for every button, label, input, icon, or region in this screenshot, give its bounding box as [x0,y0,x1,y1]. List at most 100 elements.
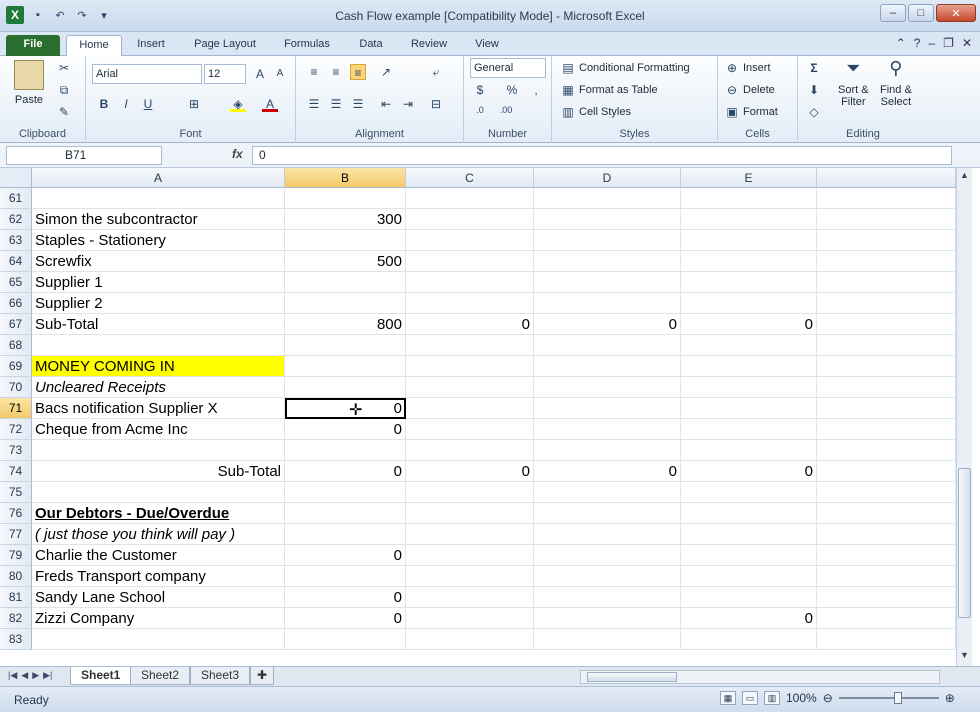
cell-f[interactable] [817,188,956,209]
cell-e[interactable] [681,188,817,209]
cell-a[interactable] [32,629,285,650]
cell-b[interactable] [285,356,406,377]
cell-c[interactable] [406,356,534,377]
cell-b[interactable] [285,335,406,356]
cell-c[interactable] [406,272,534,293]
cell-d[interactable] [534,398,681,419]
tab-formulas[interactable]: Formulas [276,35,338,56]
sheet-tab-sheet3[interactable]: Sheet3 [190,667,251,685]
cell-e[interactable] [681,524,817,545]
select-all-corner[interactable] [0,168,32,188]
cell-e[interactable]: 0 [681,608,817,629]
cell-d[interactable] [534,482,681,503]
zoom-in-icon[interactable]: ⊕ [945,691,955,705]
normal-view-icon[interactable]: ▦ [720,691,736,705]
increase-indent-icon[interactable]: ⇥ [400,96,416,112]
cell-a[interactable]: MONEY COMING IN [32,356,285,377]
cell-e[interactable] [681,545,817,566]
tab-review[interactable]: Review [404,35,454,56]
cell-c[interactable] [406,545,534,566]
cell-a[interactable]: Freds Transport company [32,566,285,587]
cell-d[interactable] [534,251,681,272]
horizontal-scroll-thumb[interactable] [587,672,677,682]
cell-e[interactable] [681,566,817,587]
delete-cells-button[interactable]: ⊖ Delete [724,82,775,98]
fill-color-icon[interactable]: ◈ [230,96,246,112]
cell-b[interactable] [285,188,406,209]
cell-c[interactable] [406,524,534,545]
cell-d[interactable] [534,419,681,440]
column-header-a[interactable]: A [32,168,285,188]
cell-e[interactable] [681,251,817,272]
column-header-f[interactable] [817,168,956,188]
cell-a[interactable]: Charlie the Customer [32,545,285,566]
cell-b[interactable]: 0 [285,587,406,608]
cell-e[interactable]: 0 [681,461,817,482]
cell-a[interactable]: Uncleared Receipts [32,377,285,398]
align-bottom-icon[interactable]: ≡ [350,64,366,80]
format-painter-icon[interactable]: ✎ [56,104,72,120]
decrease-indent-icon[interactable]: ⇤ [378,96,394,112]
row-header[interactable]: 66 [0,293,32,314]
cell-c[interactable] [406,251,534,272]
cell-f[interactable] [817,629,956,650]
last-sheet-icon[interactable]: ▶| [43,670,52,681]
cell-e[interactable] [681,587,817,608]
page-break-view-icon[interactable]: ▥ [764,691,780,705]
cell-b[interactable] [285,272,406,293]
shrink-font-icon[interactable]: A [272,66,288,82]
row-header[interactable]: 76 [0,503,32,524]
name-box[interactable]: B71 [6,146,162,165]
cell-d[interactable] [534,209,681,230]
fill-icon[interactable]: ⬇ [806,82,822,98]
cell-b[interactable]: 0 [285,461,406,482]
cell-c[interactable] [406,566,534,587]
find-select-button[interactable]: ⚲ Find & Select [880,59,912,108]
cell-f[interactable] [817,587,956,608]
cell-c[interactable] [406,188,534,209]
cell-f[interactable] [817,230,956,251]
cell-e[interactable] [681,335,817,356]
cell-e[interactable] [681,209,817,230]
cell-b[interactable]: 0 [285,545,406,566]
cell-f[interactable] [817,566,956,587]
column-header-b[interactable]: B [285,168,406,188]
insert-function-icon[interactable]: fx [232,147,243,161]
cell-c[interactable] [406,335,534,356]
cell-f[interactable] [817,503,956,524]
cell-e[interactable] [681,503,817,524]
cell-e[interactable] [681,230,817,251]
decrease-decimal-icon[interactable]: .00 [498,102,514,118]
cell-d[interactable] [534,503,681,524]
cell-f[interactable] [817,251,956,272]
cell-f[interactable] [817,356,956,377]
copy-icon[interactable]: ⧉ [56,82,72,98]
row-header[interactable]: 74 [0,461,32,482]
cell-e[interactable] [681,293,817,314]
column-header-d[interactable]: D [534,168,681,188]
cell-e[interactable] [681,440,817,461]
cell-c[interactable] [406,209,534,230]
cell-a[interactable]: Cheque from Acme Inc [32,419,285,440]
align-right-icon[interactable]: ☰ [350,96,366,112]
font-name-select[interactable]: Arial [92,64,202,84]
cell-d[interactable] [534,566,681,587]
cell-c[interactable] [406,398,534,419]
paste-button[interactable]: Paste [14,60,44,106]
cell-f[interactable] [817,608,956,629]
cell-a[interactable]: Bacs notification Supplier X [32,398,285,419]
align-top-icon[interactable]: ≡ [306,64,322,80]
increase-decimal-icon[interactable]: .0 [472,102,488,118]
column-header-c[interactable]: C [406,168,534,188]
row-header[interactable]: 81 [0,587,32,608]
cell-f[interactable] [817,461,956,482]
cell-f[interactable] [817,482,956,503]
row-header[interactable]: 67 [0,314,32,335]
vertical-scrollbar[interactable]: ▲ ▼ [956,168,972,666]
cell-c[interactable] [406,377,534,398]
row-header[interactable]: 68 [0,335,32,356]
cell-b[interactable] [285,377,406,398]
cell-a[interactable]: Sandy Lane School [32,587,285,608]
cell-b[interactable]: 500 [285,251,406,272]
cell-e[interactable] [681,398,817,419]
